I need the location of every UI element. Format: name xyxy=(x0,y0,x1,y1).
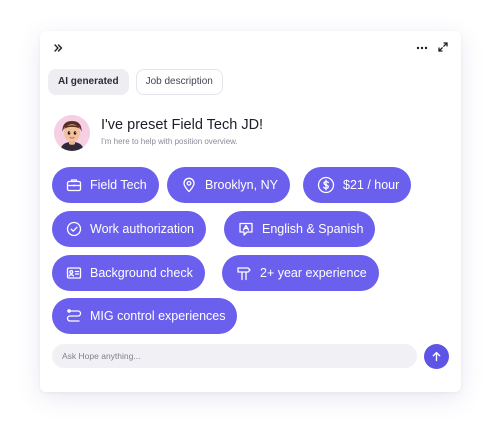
chip-mig-control[interactable]: MIG control experiences xyxy=(52,298,238,334)
signpost-icon xyxy=(237,267,251,281)
chip-background-check[interactable]: Background check xyxy=(52,255,205,291)
more-horizontal-icon[interactable] xyxy=(413,39,431,57)
assistant-panel: AI generated Job description I've preset… xyxy=(40,31,461,392)
chip-location[interactable]: Brooklyn, NY xyxy=(167,167,290,203)
chip-label: Field Tech xyxy=(90,178,147,192)
tab-bar: AI generated Job description xyxy=(48,69,223,95)
tab-job-description[interactable]: Job description xyxy=(135,69,223,95)
chip-label: Brooklyn, NY xyxy=(205,178,278,192)
tab-ai-generated[interactable]: AI generated xyxy=(48,69,129,95)
check-circle-icon xyxy=(66,221,82,237)
avatar xyxy=(54,115,90,151)
map-pin-icon xyxy=(183,177,195,193)
greeting-subtitle: I'm here to help with position overview. xyxy=(101,137,238,146)
double-chevron-right-icon[interactable] xyxy=(49,39,67,57)
route-icon xyxy=(66,309,82,322)
chip-field-tech[interactable]: Field Tech xyxy=(52,167,159,203)
chip-work-authorization[interactable]: Work authorization xyxy=(52,211,206,247)
chip-label: MIG control experiences xyxy=(90,309,226,323)
chip-label: Background check xyxy=(90,266,193,280)
expand-icon[interactable] xyxy=(434,38,452,56)
chip-pay-rate[interactable]: $21 / hour xyxy=(303,167,412,203)
id-card-icon xyxy=(66,267,82,279)
ask-input[interactable] xyxy=(52,344,417,368)
send-button[interactable] xyxy=(424,344,449,369)
chip-label: English & Spanish xyxy=(262,222,364,236)
translate-icon xyxy=(239,222,253,236)
briefcase-icon xyxy=(66,179,82,192)
dollar-circle-icon xyxy=(317,176,335,194)
chip-languages[interactable]: English & Spanish xyxy=(224,211,376,247)
chip-label: 2+ year experience xyxy=(260,266,367,280)
greeting-title: I've preset Field Tech JD! xyxy=(101,117,264,133)
chip-experience[interactable]: 2+ year experience xyxy=(222,255,379,291)
chip-label: $21 / hour xyxy=(343,178,400,192)
chip-label: Work authorization xyxy=(90,222,194,236)
arrow-up-icon xyxy=(432,351,441,362)
